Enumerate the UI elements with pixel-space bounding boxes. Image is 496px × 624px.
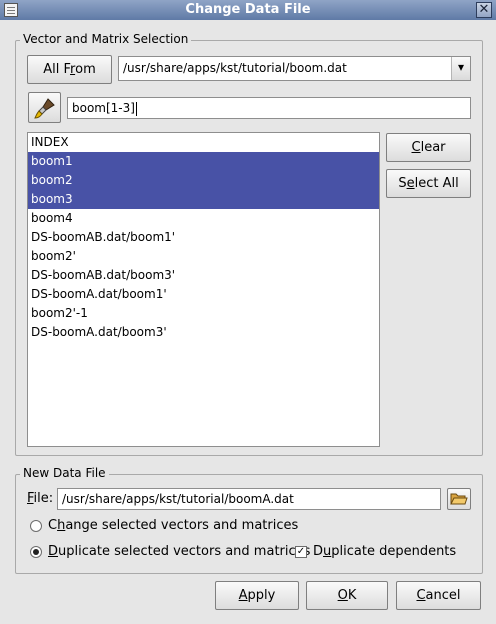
clear-button[interactable]: Clear	[386, 133, 471, 162]
list-item[interactable]: boom4	[28, 209, 379, 228]
cancel-button[interactable]: Cancel	[396, 581, 481, 610]
new-file-value: /usr/share/apps/kst/tutorial/boomA.dat	[62, 492, 294, 506]
vector-list[interactable]: INDEX boom1 boom2 boom3 boom4 DS-boomAB.dat/b…	[27, 132, 380, 447]
change-radio[interactable]	[30, 520, 42, 532]
apply-label: Apply	[238, 588, 276, 603]
all-from-label: All From	[43, 62, 96, 77]
combo-dropdown-button[interactable]: ▾	[451, 57, 470, 80]
filter-value: boom[1-3]	[72, 101, 135, 115]
select-all-button[interactable]: Select All	[386, 169, 471, 198]
list-item[interactable]: DS-boomAB.dat/boom3'	[28, 266, 379, 285]
brush-icon	[34, 98, 55, 119]
list-item[interactable]: boom2'	[28, 247, 379, 266]
chevron-down-icon: ▾	[457, 60, 465, 74]
window-title: Change Data File	[185, 2, 311, 17]
ok-label: OK	[337, 588, 357, 603]
browse-file-button[interactable]	[447, 488, 471, 510]
list-item[interactable]: INDEX	[28, 133, 379, 152]
ok-button[interactable]: OK	[306, 581, 388, 610]
folder-open-icon	[450, 493, 468, 505]
file-label: File:	[27, 491, 54, 506]
list-item[interactable]: DS-boomA.dat/boom1'	[28, 285, 379, 304]
title-bar[interactable]: Change Data File ✕	[0, 0, 496, 20]
list-item[interactable]: boom2	[28, 171, 379, 190]
vector-list-items: INDEX boom1 boom2 boom3 boom4 DS-boomAB.dat/b…	[28, 133, 379, 342]
list-item[interactable]: boom1	[28, 152, 379, 171]
duplicate-option-label[interactable]: Duplicate selected vectors and matrices	[48, 544, 310, 559]
duplicate-dependents-checkbox[interactable]: ✓	[295, 546, 307, 558]
duplicate-radio[interactable]	[30, 546, 42, 558]
change-option-label[interactable]: Change selected vectors and matrices	[48, 518, 298, 533]
list-item[interactable]: boom3	[28, 190, 379, 209]
list-item[interactable]: DS-boomAB.dat/boom1'	[28, 228, 379, 247]
list-item[interactable]: DS-boomA.dat/boom3'	[28, 323, 379, 342]
filter-input[interactable]: boom[1-3]	[67, 97, 471, 119]
source-file-combo[interactable]: /usr/share/apps/kst/tutorial/boom.dat	[118, 56, 471, 81]
source-file-value: /usr/share/apps/kst/tutorial/boom.dat	[123, 61, 347, 75]
all-from-button[interactable]: All From	[27, 55, 112, 84]
new-file-input[interactable]: /usr/share/apps/kst/tutorial/boomA.dat	[57, 488, 441, 510]
clear-label: Clear	[411, 140, 446, 155]
selection-legend: Vector and Matrix Selection	[20, 32, 192, 46]
list-item[interactable]: boom2'-1	[28, 304, 379, 323]
cancel-label: Cancel	[416, 588, 461, 603]
select-all-label: Select All	[398, 176, 459, 191]
new-file-legend: New Data File	[20, 466, 109, 480]
duplicate-dependents-label[interactable]: Duplicate dependents	[313, 544, 456, 559]
text-cursor	[135, 101, 137, 116]
close-icon[interactable]: ✕	[476, 2, 492, 18]
apply-button[interactable]: Apply	[215, 581, 299, 610]
filter-brush-button[interactable]	[28, 92, 61, 123]
